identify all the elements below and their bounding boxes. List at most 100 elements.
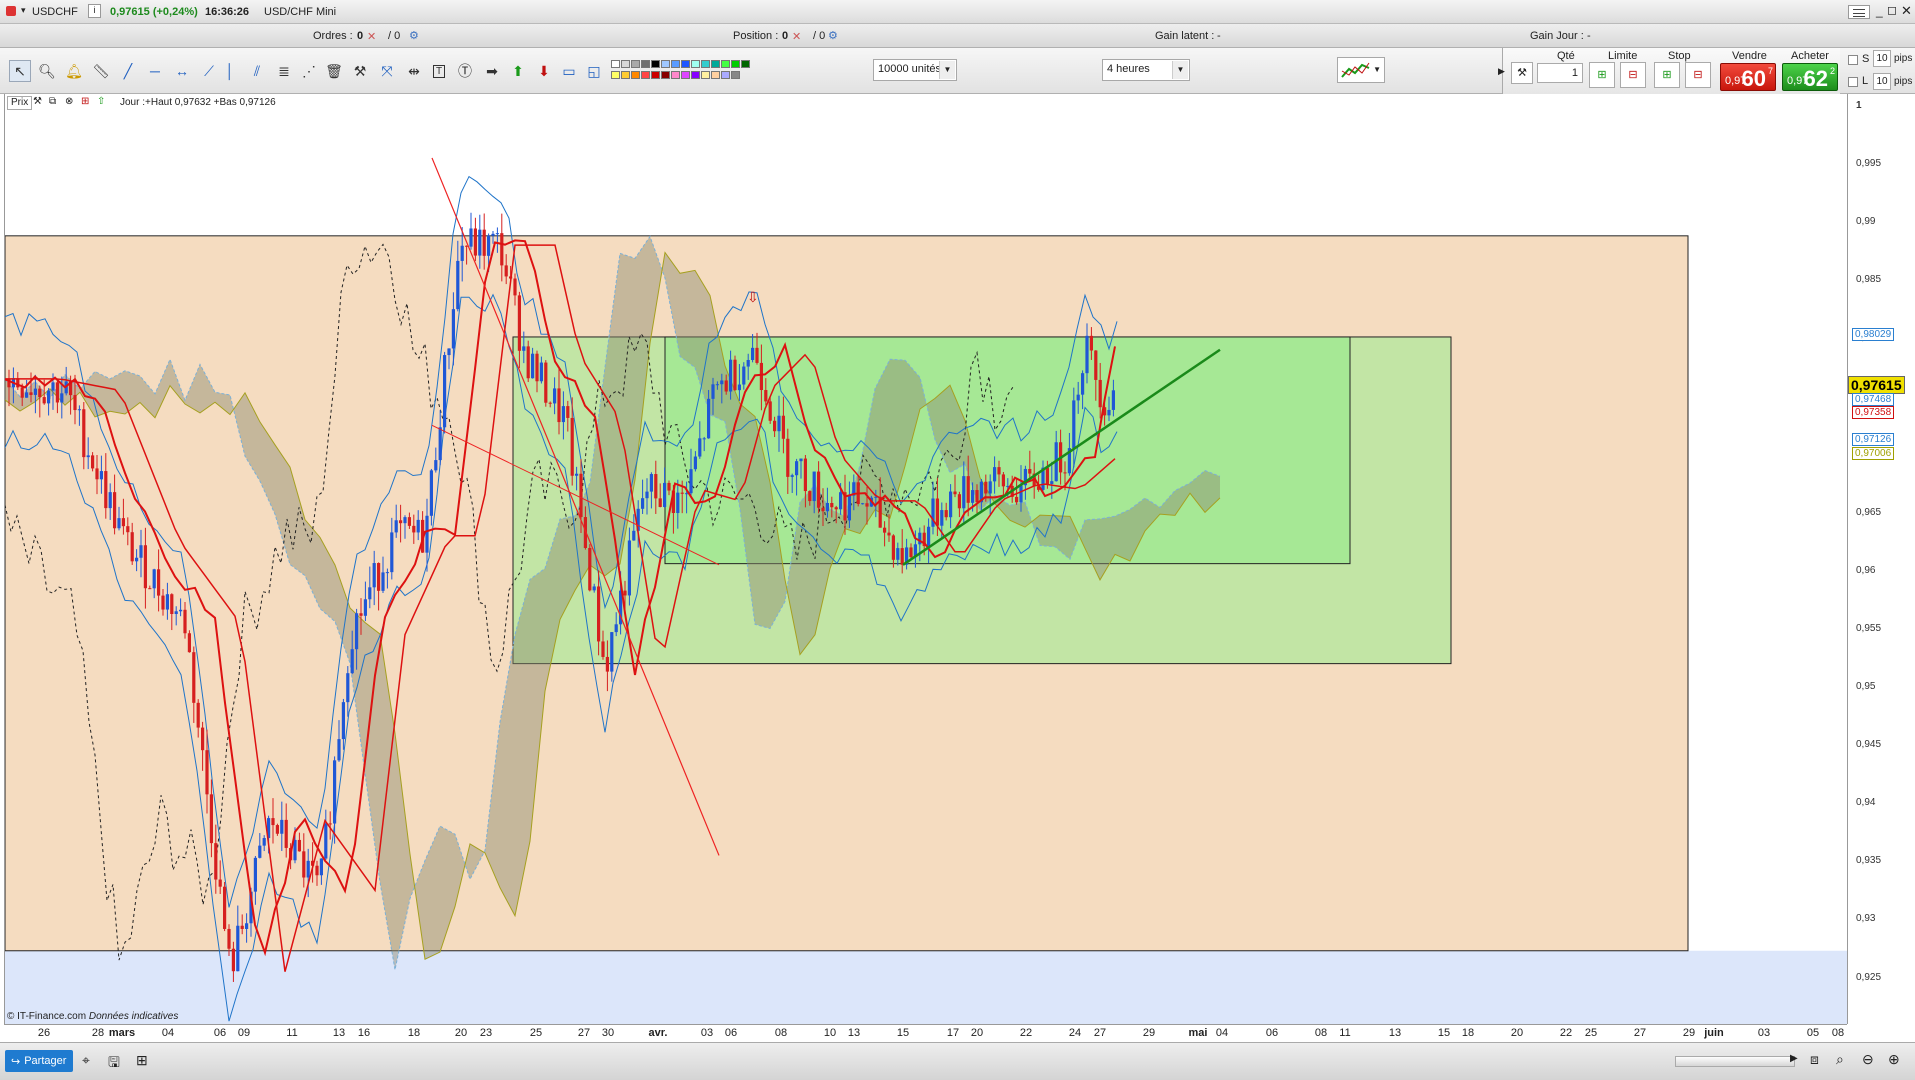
stop-pips-input[interactable]: 10 — [1873, 50, 1891, 67]
minimize-icon[interactable]: _ — [1876, 4, 1883, 18]
color-swatch[interactable] — [611, 71, 620, 79]
symbol-label[interactable]: USDCHF — [32, 6, 78, 18]
color-swatch[interactable] — [711, 60, 720, 68]
horizontal-line-tool-icon[interactable]: ─ — [144, 60, 166, 82]
text-tool-icon[interactable]: T — [428, 60, 450, 82]
maximize-icon[interactable]: ◻ — [1887, 3, 1897, 17]
stop-checkbox[interactable] — [1848, 55, 1858, 65]
color-swatch[interactable] — [711, 71, 720, 79]
color-swatch[interactable] — [731, 60, 740, 68]
vertical-line-tool-icon[interactable]: │ — [219, 60, 241, 82]
color-swatch[interactable] — [721, 71, 730, 79]
color-swatch[interactable] — [671, 71, 680, 79]
fan-tool-icon[interactable]: ⋰ — [298, 60, 320, 82]
ruler-tool-icon[interactable]: 📏︎ — [90, 60, 112, 82]
close-icon[interactable]: ✕ — [1901, 3, 1912, 19]
limit-pips-input[interactable]: 10 — [1873, 73, 1891, 90]
scroll-right-icon[interactable]: ▶ — [1790, 1053, 1798, 1064]
price-axis[interactable]: 10,9950,990,9850,980,9750,970,9650,960,9… — [1847, 94, 1915, 1024]
info-icon[interactable]: i — [88, 4, 101, 18]
color-swatch[interactable] — [691, 71, 700, 79]
series-copy-icon[interactable]: ⧉ — [49, 96, 56, 107]
sell-limit-button[interactable]: ⊟ — [1620, 62, 1646, 88]
fit-chart-icon[interactable]: ⧈ — [1810, 1051, 1819, 1068]
zoom-out-icon[interactable]: ⊖ — [1862, 1051, 1874, 1068]
color-swatch[interactable] — [661, 71, 670, 79]
color-swatch[interactable] — [611, 60, 620, 68]
color-swatch[interactable] — [681, 60, 690, 68]
chevron-down-icon[interactable]: ▾ — [21, 5, 26, 16]
color-swatch[interactable] — [741, 60, 750, 68]
color-swatch[interactable] — [631, 60, 640, 68]
zoom-reset-icon[interactable]: ⌕ — [1836, 1051, 1844, 1068]
screenshot-icon[interactable]: ⌖ — [82, 1052, 90, 1069]
color-swatch[interactable] — [671, 60, 680, 68]
rectangle-tool-icon[interactable]: ▭ — [558, 60, 580, 82]
close-position-icon[interactable]: ✕ — [792, 30, 801, 43]
collapse-arrow-icon[interactable]: ▶ — [1498, 66, 1505, 77]
cancel-orders-icon[interactable]: ✕ — [367, 30, 376, 43]
color-swatch[interactable] — [641, 71, 650, 79]
buy-button[interactable]: 0,97 62 2 — [1782, 63, 1838, 91]
color-swatch[interactable] — [661, 60, 670, 68]
box-tool-icon[interactable]: ◱ — [583, 60, 605, 82]
color-swatch[interactable] — [691, 60, 700, 68]
buy-arrow-tool-icon[interactable]: ⬆ — [507, 60, 529, 82]
time-axis[interactable]: 26 28 mars 04 06 09 11 13 16 18 20 23 25 27 30 avr. 03 06… — [4, 1024, 1847, 1042]
orders-settings-icon[interactable]: ⚙ — [409, 29, 419, 42]
alert-tool-icon[interactable]: 🔔︎ — [63, 60, 85, 82]
cross-tool-icon[interactable]: ⤧ — [376, 60, 398, 82]
candle-body — [451, 309, 455, 349]
horizontal-scrollbar[interactable] — [1675, 1056, 1795, 1067]
color-swatch[interactable] — [701, 60, 710, 68]
segment-tool-icon[interactable]: ╱ — [117, 60, 139, 82]
price-chart[interactable]: Prix ⚒ ⧉ ⊗ ⊞ ⇧ Jour :+Haut 0,97632 +Bas … — [4, 94, 1848, 1024]
fibonacci-tool-icon[interactable]: ≣ — [273, 60, 295, 82]
horizontal-ray-tool-icon[interactable]: ↔ — [171, 60, 193, 82]
color-swatch[interactable] — [651, 71, 660, 79]
color-swatch[interactable] — [701, 71, 710, 79]
buy-limit-button[interactable]: ⊞ — [1589, 62, 1615, 88]
arrow-tool-icon[interactable]: ➡ — [481, 60, 503, 82]
limit-checkbox[interactable] — [1848, 77, 1858, 87]
chart-type-select[interactable]: ▼ — [1337, 57, 1385, 83]
price-series-label[interactable]: Prix — [7, 96, 33, 110]
properties-tool-icon[interactable]: ⚒ — [349, 60, 371, 82]
chart-canvas[interactable] — [5, 94, 1848, 1024]
qty-input[interactable]: 1 — [1537, 63, 1583, 83]
color-swatch[interactable] — [681, 71, 690, 79]
annotation-tool-icon[interactable]: Ⓣ — [454, 60, 476, 82]
sell-arrow-tool-icon[interactable]: ⬇ — [533, 60, 555, 82]
color-swatch[interactable] — [621, 60, 630, 68]
series-move-icon[interactable]: ⇧ — [97, 96, 105, 107]
color-swatch[interactable] — [631, 71, 640, 79]
zoom-in-icon[interactable]: ⊕ — [1888, 1051, 1900, 1068]
color-swatch[interactable] — [621, 71, 630, 79]
delete-tool-icon[interactable]: 🗑︎ — [323, 60, 345, 82]
sell-stop-button[interactable]: ⊟ — [1685, 62, 1711, 88]
menu-icon[interactable] — [1848, 5, 1870, 19]
candle-body — [729, 359, 733, 392]
trendline-tool-icon[interactable]: ⟋ — [198, 60, 220, 82]
color-swatch[interactable] — [731, 71, 740, 79]
measure-tool-icon[interactable]: ⇹ — [403, 60, 425, 82]
series-add-icon[interactable]: ⊞ — [81, 96, 89, 107]
color-swatch[interactable] — [641, 60, 650, 68]
channel-tool-icon[interactable]: ⫽ — [246, 60, 268, 82]
position-settings-icon[interactable]: ⚙ — [828, 29, 838, 42]
scroll-thumb[interactable] — [1676, 1057, 1794, 1066]
series-close-icon[interactable]: ⊗ — [65, 96, 73, 107]
sell-button[interactable]: 0,97 60 7 — [1720, 63, 1776, 91]
order-tools-icon[interactable]: ⚒ — [1511, 62, 1533, 84]
zoom-tool-icon[interactable]: 🔍︎ — [36, 60, 58, 82]
color-swatch[interactable] — [651, 60, 660, 68]
share-button[interactable]: ↪ Partager — [5, 1050, 73, 1072]
buy-stop-button[interactable]: ⊞ — [1654, 62, 1680, 88]
color-swatch[interactable] — [721, 60, 730, 68]
pointer-tool-icon[interactable]: ↖ — [9, 60, 31, 82]
grid-icon[interactable]: ⊞ — [136, 1052, 148, 1069]
series-settings-icon[interactable]: ⚒ — [33, 96, 42, 107]
units-select[interactable]: 10000 unités ▼ — [873, 59, 957, 81]
period-select[interactable]: 4 heures ▼ — [1102, 59, 1190, 81]
save-icon[interactable]: 🖫 — [108, 1052, 120, 1076]
